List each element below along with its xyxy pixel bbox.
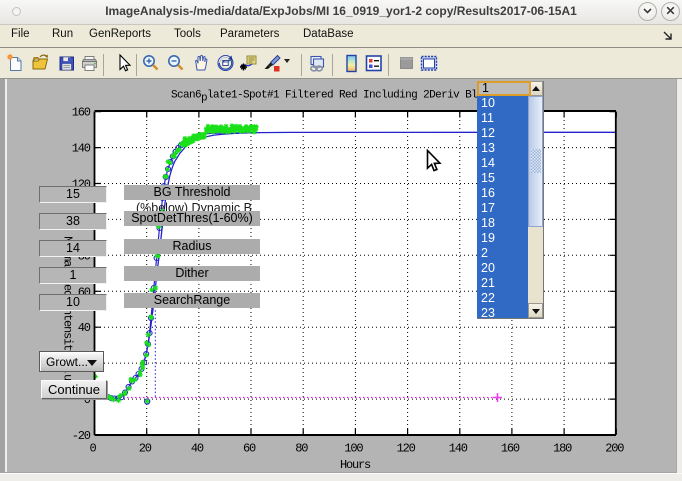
svg-text:60: 60 <box>243 442 256 456</box>
svg-text:100: 100 <box>344 442 363 456</box>
svg-text:0: 0 <box>89 442 96 456</box>
svg-text:20: 20 <box>139 442 152 456</box>
svg-text:140: 140 <box>72 142 91 156</box>
svg-text:Hours: Hours <box>340 458 371 472</box>
svg-text:160: 160 <box>501 442 520 456</box>
svg-text:140: 140 <box>449 442 468 456</box>
svg-text:120: 120 <box>397 442 416 456</box>
svg-text:200: 200 <box>605 442 624 456</box>
svg-text:-20: -20 <box>72 429 91 443</box>
svg-text:160: 160 <box>72 106 91 120</box>
svg-text:80: 80 <box>295 442 308 456</box>
svg-text:40: 40 <box>78 321 91 335</box>
svg-text:180: 180 <box>553 442 572 456</box>
svg-text:40: 40 <box>191 442 204 456</box>
